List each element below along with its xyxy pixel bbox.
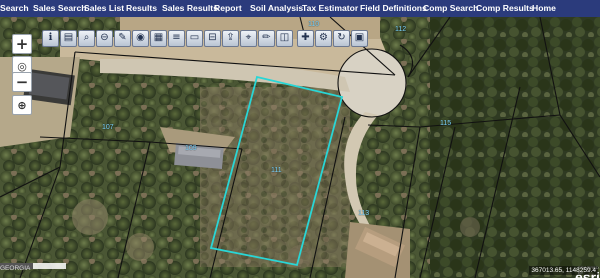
identify-icon[interactable]: ▤ [60, 29, 77, 47]
parcel-label-107: 107 [102, 124, 114, 131]
zoom-out-button[interactable]: − [12, 72, 32, 92]
pencil-icon[interactable]: ✎ [114, 29, 131, 47]
parcel-label-113: 113 [358, 210, 370, 217]
print-icon[interactable]: ▭ [186, 29, 203, 47]
parcel-label-112: 112 [395, 26, 407, 33]
zoom-search-icon[interactable]: ⌖ [240, 29, 257, 47]
locate-button[interactable]: ⊕ [12, 95, 32, 115]
buffer-icon[interactable]: ◉ [132, 29, 149, 47]
nav-sales-list[interactable]: Sales List [84, 3, 124, 13]
coordinate-readout: 367013.65, 1148259.4 [529, 266, 598, 275]
map-toolbar: ℹ ▤ ⌕ ⊖ ✎ ◉ ▦ ≡ ▭ ⊟ ⇪ ⌖ ✏ ◫ ✚ ⚙ ↻ ▣ [42, 29, 368, 47]
nav-home[interactable]: Home [532, 3, 556, 13]
settings-icon[interactable]: ⚙ [315, 29, 332, 47]
nav-field-definitions[interactable]: Field Definitions [360, 3, 427, 13]
parcel-label-109: 109 [185, 145, 197, 152]
full-extent-icon[interactable]: ✚ [297, 29, 314, 47]
nav-soil-analysis[interactable]: Soil Analysis [250, 3, 303, 13]
find-icon[interactable]: ◫ [276, 29, 293, 47]
parcel-label-111: 111 [271, 167, 282, 174]
nav-sales-results[interactable]: Sales Results [162, 3, 218, 13]
zoom-in-button[interactable]: + [12, 34, 32, 54]
nav-sales-search[interactable]: Sales Search [33, 3, 87, 13]
parcel-label-110: 110 [308, 21, 320, 28]
info-icon[interactable]: ℹ [42, 29, 59, 47]
aerial-imagery [0, 17, 600, 278]
nav-report[interactable]: Report [214, 3, 242, 13]
nav-search[interactable]: Search [0, 3, 29, 13]
select-icon[interactable]: ▦ [150, 29, 167, 47]
measure-icon[interactable]: ⊟ [204, 29, 221, 47]
save-icon[interactable]: ▣ [351, 29, 368, 47]
zoom-in-box-icon[interactable]: ⌕ [78, 29, 95, 47]
nav-comp-results[interactable]: Comp Results [476, 3, 534, 13]
refresh-icon[interactable]: ↻ [333, 29, 350, 47]
export-icon[interactable]: ⇪ [222, 29, 239, 47]
zoom-out-box-icon[interactable]: ⊖ [96, 29, 113, 47]
nav-results[interactable]: Results [126, 3, 157, 13]
nav-tax-estimator[interactable]: Tax Estimator [302, 3, 358, 13]
state-label: GEORGIA [0, 265, 31, 272]
top-nav-bar: Search Sales Search Sales List Results S… [0, 0, 600, 17]
map-view[interactable]: 107 109 111 115 113 112 110 ℹ ▤ ⌕ ⊖ ✎ ◉ … [0, 17, 600, 278]
parcel-label-115: 115 [440, 120, 452, 127]
draw-icon[interactable]: ✏ [258, 29, 275, 47]
layers-icon[interactable]: ≡ [168, 29, 185, 47]
nav-comp-search[interactable]: Comp Search [423, 3, 478, 13]
